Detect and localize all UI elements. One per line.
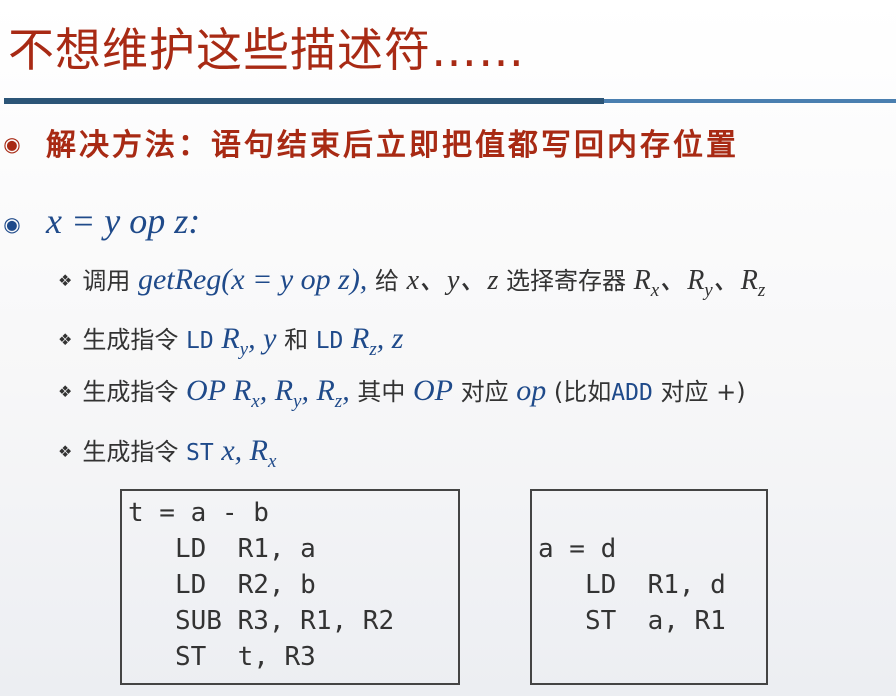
- reg-name: R: [232, 374, 252, 407]
- math-arg: , y: [248, 322, 277, 355]
- reg-name: R: [633, 265, 651, 296]
- sub-item-ld: ❖ 生成指令 LD Ry, y 和 LD Rz, z: [58, 320, 403, 361]
- sub-item-st: ❖ 生成指令 ST x, Rx: [58, 432, 276, 473]
- bullet-solution: 解决方法：语句结束后立即把值都写回内存位置: [46, 128, 739, 163]
- code-line: ST a, R1: [538, 606, 726, 636]
- code-line: SUB R3, R1, R2: [128, 606, 395, 636]
- math-punct: ,: [259, 374, 268, 407]
- circled-dot-icon: ◉: [3, 212, 21, 236]
- item-text: 给: [374, 267, 399, 295]
- item-text: 生成指令: [82, 378, 179, 406]
- item-text: 调用: [82, 267, 131, 295]
- reg-sub: x: [251, 391, 260, 412]
- reg-name: R: [274, 374, 294, 407]
- math-expr: getReg(x = y op z),: [137, 263, 368, 296]
- code-line: LD R1, d: [538, 570, 726, 600]
- instr-name: LD: [185, 328, 214, 354]
- reg-sub: x: [650, 280, 660, 301]
- reg-sub: x: [267, 451, 277, 472]
- math-arg: , z: [376, 322, 404, 355]
- item-text: 生成指令: [82, 326, 179, 354]
- item-text: 和: [284, 326, 309, 354]
- title-rule: [4, 98, 604, 104]
- item-text: 生成指令: [82, 438, 179, 466]
- reg-name: R: [249, 434, 268, 467]
- reg-name: R: [221, 322, 240, 355]
- math-vars: x、y、z: [406, 265, 499, 296]
- instr-name: ADD: [611, 380, 653, 406]
- code-line: t = a - b: [128, 498, 269, 528]
- diamond-icon: ❖: [58, 442, 73, 461]
- bullet-instruction: x = y op z:: [46, 201, 201, 241]
- code-line: ST t, R3: [128, 642, 316, 672]
- reg-name: 、R: [712, 265, 758, 296]
- reg-sub: y: [704, 280, 713, 301]
- diamond-icon: ❖: [58, 382, 73, 401]
- item-text: 对应: [660, 378, 709, 406]
- diamond-icon: ❖: [58, 271, 73, 290]
- instr-name: ST: [185, 440, 214, 466]
- diamond-icon: ❖: [58, 330, 73, 349]
- code-example-left: t = a - b LD R1, a LD R2, b SUB R3, R1, …: [120, 489, 460, 685]
- circled-dot-icon: ◉: [3, 132, 21, 156]
- op-name: OP: [185, 374, 226, 407]
- title-rule-accent: [604, 99, 896, 103]
- item-text: 对应: [460, 378, 509, 406]
- math-punct: ,: [342, 374, 350, 407]
- code-example-right: a = d LD R1, d ST a, R1: [530, 489, 768, 685]
- instr-name: LD: [315, 328, 344, 354]
- reg-name: R: [316, 374, 335, 407]
- reg-name: R: [351, 322, 370, 355]
- reg-name: 、R: [659, 265, 705, 296]
- item-text: (比如: [553, 378, 612, 406]
- op-name: op: [516, 374, 547, 407]
- code-line: a = d: [538, 534, 617, 564]
- page-title: 不想维护这些描述符……: [8, 23, 525, 77]
- op-name: OP: [412, 374, 453, 407]
- sub-item-op: ❖ 生成指令 OP Rx, Ry, Rz, 其中 OP 对应 op (比如ADD …: [58, 372, 746, 413]
- item-text: +): [716, 378, 746, 406]
- reg-sub: y: [239, 339, 249, 360]
- math-punct: ,: [301, 374, 309, 407]
- math-arg: x,: [221, 434, 243, 467]
- reg-sub: z: [369, 339, 377, 360]
- code-line: LD R2, b: [128, 570, 316, 600]
- reg-sub: z: [757, 280, 766, 301]
- item-text: 其中: [357, 378, 406, 406]
- code-line: LD R1, a: [128, 534, 316, 564]
- sub-item-getreg: ❖ 调用 getReg(x = y op z), 给 x、y、z 选择寄存器 Rx…: [58, 258, 765, 302]
- item-text: 选择寄存器: [506, 267, 626, 295]
